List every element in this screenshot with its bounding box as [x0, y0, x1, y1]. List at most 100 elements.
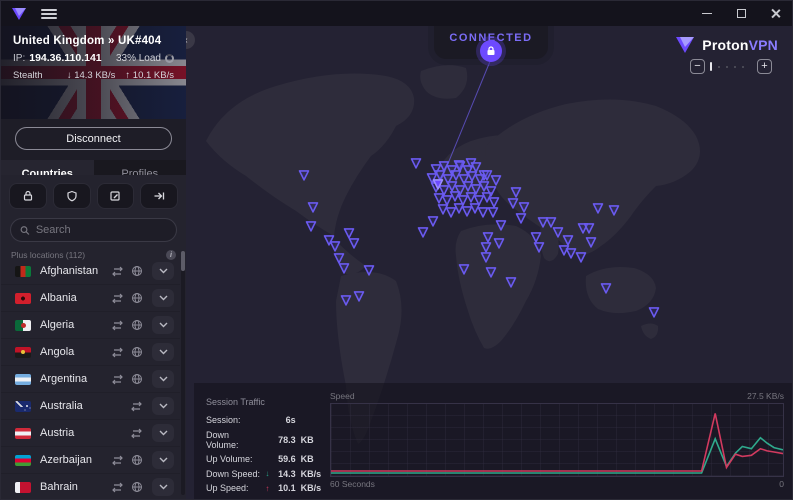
server-pin[interactable]	[329, 240, 342, 252]
country-globe-button[interactable]	[131, 346, 143, 358]
zoom-slider[interactable]	[710, 62, 752, 72]
server-pin[interactable]	[427, 215, 440, 227]
speed-graph	[330, 403, 784, 477]
country-globe-button[interactable]	[131, 481, 143, 493]
country-name: Argentina	[40, 373, 87, 385]
chevron-down-icon	[159, 268, 168, 274]
connect-swap-button[interactable]	[130, 428, 143, 439]
server-pin[interactable]	[583, 222, 596, 234]
country-flag	[15, 401, 31, 412]
expand-country-button[interactable]	[152, 343, 174, 361]
expand-country-button[interactable]	[152, 289, 174, 307]
country-globe-button[interactable]	[131, 373, 143, 385]
country-flag	[15, 455, 31, 466]
chevron-down-icon	[159, 403, 168, 409]
netshield-button[interactable]	[53, 183, 91, 209]
expand-country-button[interactable]	[152, 424, 174, 442]
server-pin[interactable]	[608, 204, 621, 216]
country-flag	[15, 266, 31, 277]
server-pin[interactable]	[493, 237, 506, 249]
server-pin[interactable]	[348, 237, 361, 249]
country-globe-button[interactable]	[131, 292, 143, 304]
globe-icon	[131, 346, 143, 358]
server-pin[interactable]	[307, 201, 320, 213]
server-pin[interactable]	[480, 251, 493, 263]
expand-country-button[interactable]	[152, 316, 174, 334]
country-row-argentina[interactable]: Argentina	[1, 366, 180, 393]
expand-country-button[interactable]	[152, 478, 174, 496]
connect-swap-button[interactable]	[111, 482, 124, 493]
disconnect-button[interactable]: Disconnect	[15, 127, 172, 150]
hamburger-menu-icon[interactable]	[41, 9, 57, 19]
sidebar-scrollbar[interactable]	[181, 251, 185, 495]
connect-swap-button[interactable]	[111, 347, 124, 358]
close-button[interactable]	[758, 1, 792, 26]
country-row-algeria[interactable]: Algeria	[1, 312, 180, 339]
zoom-in-button[interactable]: +	[757, 59, 772, 74]
up-arrow-icon: ↑	[263, 484, 273, 493]
connect-swap-button[interactable]	[111, 320, 124, 331]
maximize-button[interactable]	[724, 1, 758, 26]
brand-vpn: VPN	[749, 37, 778, 53]
port-forwarding-button[interactable]	[140, 183, 178, 209]
server-pin[interactable]	[600, 282, 613, 294]
scrollbar-thumb[interactable]	[181, 251, 185, 271]
connect-swap-button[interactable]	[111, 266, 124, 277]
server-pin[interactable]	[575, 251, 588, 263]
server-pin[interactable]	[298, 169, 311, 181]
server-pin[interactable]	[458, 263, 471, 275]
connect-swap-button[interactable]	[111, 293, 124, 304]
server-pin[interactable]	[338, 262, 351, 274]
connected-server-pin[interactable]	[432, 178, 445, 190]
server-pin[interactable]	[592, 202, 605, 214]
connect-swap-button[interactable]	[111, 455, 124, 466]
server-pin[interactable]	[340, 294, 353, 306]
search-input[interactable]	[36, 224, 167, 236]
country-globe-button[interactable]	[131, 319, 143, 331]
brand-logo: ProtonVPN	[675, 36, 778, 54]
down-arrow-icon: ↓	[263, 469, 273, 478]
server-pin[interactable]	[495, 219, 508, 231]
chevron-down-icon	[159, 430, 168, 436]
server-pin[interactable]	[533, 241, 546, 253]
swap-arrows-icon	[111, 455, 124, 466]
minimize-button[interactable]	[690, 1, 724, 26]
country-row-austria[interactable]: Austria	[1, 420, 180, 447]
expand-country-button[interactable]	[152, 397, 174, 415]
server-pin[interactable]	[485, 266, 498, 278]
server-pin[interactable]	[648, 306, 661, 318]
expand-country-button[interactable]	[152, 262, 174, 280]
country-row-afghanistan[interactable]: Afghanistan	[1, 258, 180, 285]
session-row: Up Volume: 59.6 KB	[206, 454, 324, 464]
country-row-albania[interactable]: Albania	[1, 285, 180, 312]
connected-lock-badge	[480, 40, 502, 62]
maximize-icon	[737, 9, 746, 18]
app-logo-icon	[11, 7, 27, 21]
session-row: Session: 6s	[206, 415, 324, 425]
country-row-angola[interactable]: Angola	[1, 339, 180, 366]
connect-swap-button[interactable]	[130, 401, 143, 412]
server-pin[interactable]	[363, 264, 376, 276]
swap-arrows-icon	[130, 401, 143, 412]
country-row-bahrain[interactable]: Bahrain	[1, 474, 180, 499]
zoom-out-button[interactable]: −	[690, 59, 705, 74]
server-pin[interactable]	[505, 276, 518, 288]
country-globe-button[interactable]	[131, 454, 143, 466]
connect-swap-button[interactable]	[111, 374, 124, 385]
server-pin[interactable]	[305, 220, 318, 232]
country-name: Australia	[40, 400, 83, 412]
server-pin[interactable]	[515, 212, 528, 224]
server-pin[interactable]	[417, 226, 430, 238]
country-globe-button[interactable]	[131, 265, 143, 277]
country-row-azerbaijan[interactable]: Azerbaijan	[1, 447, 180, 474]
expand-country-button[interactable]	[152, 370, 174, 388]
server-pin[interactable]	[410, 157, 423, 169]
server-pin[interactable]	[487, 206, 500, 218]
secure-core-button[interactable]	[9, 183, 47, 209]
world-map[interactable]: ‹ CONNECTED ProtonVPN − +	[186, 26, 792, 499]
server-pin[interactable]	[585, 236, 598, 248]
kill-switch-button[interactable]	[97, 183, 135, 209]
country-row-australia[interactable]: Australia	[1, 393, 180, 420]
server-pin[interactable]	[353, 290, 366, 302]
expand-country-button[interactable]	[152, 451, 174, 469]
